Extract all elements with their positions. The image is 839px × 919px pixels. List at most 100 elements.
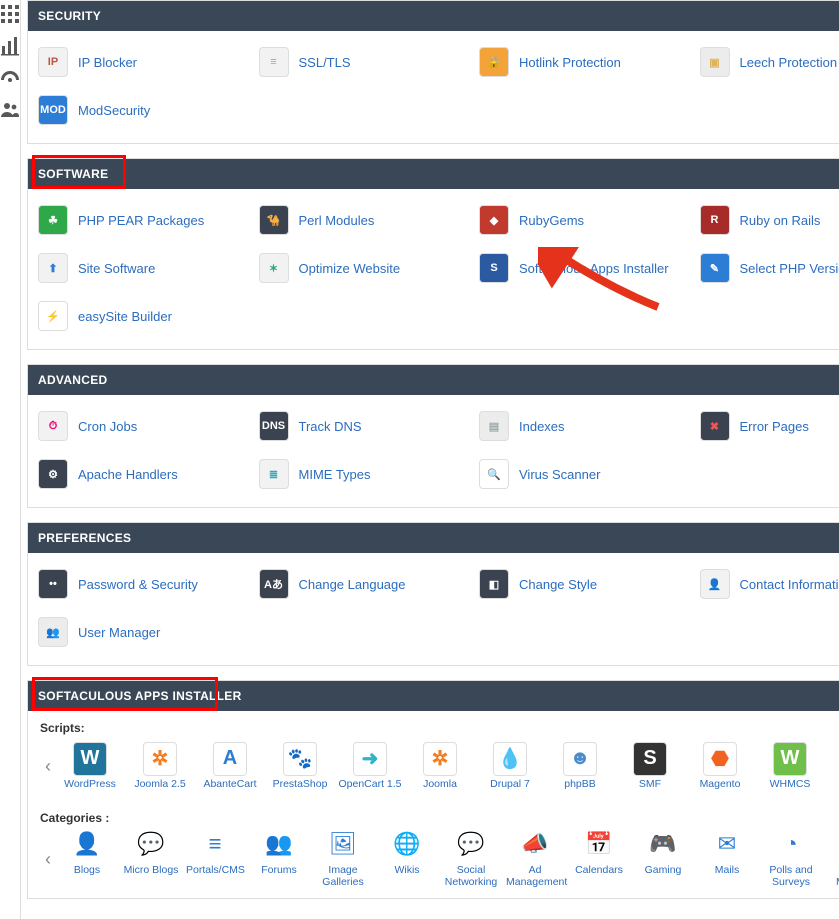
cat-polls-icon: ◔ — [776, 831, 806, 861]
mime-types-icon: ≣ — [259, 459, 289, 489]
category-label: Portals/CMS — [186, 864, 244, 876]
cat-portals[interactable]: ≡Portals/CMS — [186, 831, 244, 888]
stats-icon[interactable] — [0, 36, 20, 54]
script-whmcs[interactable]: WWHMCS — [758, 742, 822, 790]
change-language[interactable]: AあChange Language — [255, 563, 476, 605]
script-my[interactable]: MMy — [828, 742, 839, 790]
script-abantecart-icon: A — [213, 742, 247, 776]
panel-title: SECURITY — [38, 9, 101, 23]
select-php-version[interactable]: ✎Select PHP Version — [696, 247, 839, 289]
dashboard-icon[interactable] — [0, 68, 20, 86]
script-prestashop[interactable]: 🐾PrestaShop — [268, 742, 332, 790]
cat-wikis[interactable]: 🌐Wikis — [378, 831, 436, 888]
perl-modules[interactable]: 🐪Perl Modules — [255, 199, 476, 241]
main-content: SECURITY− IPIP Blocker≡SSL/TLS🔒Hotlink Pr… — [21, 0, 839, 919]
perl-modules-icon: 🐪 — [259, 205, 289, 235]
scripts-prev[interactable]: ‹ — [38, 741, 58, 791]
modsecurity[interactable]: MODModSecurity — [34, 89, 255, 131]
indexes[interactable]: ▤Indexes — [475, 405, 696, 447]
virus-scanner[interactable]: 🔍Virus Scanner — [475, 453, 696, 495]
panel-header-advanced[interactable]: ADVANCED− — [28, 365, 839, 395]
panel-security: SECURITY− IPIP Blocker≡SSL/TLS🔒Hotlink Pr… — [27, 0, 839, 144]
cat-mails-icon: ✉ — [712, 831, 742, 861]
category-label: Social Networking — [442, 864, 500, 888]
category-label: Blogs — [58, 864, 116, 876]
ruby-on-rails[interactable]: RRuby on Rails — [696, 199, 839, 241]
mime-types[interactable]: ≣ MIME Types — [255, 453, 476, 495]
ip-blocker[interactable]: IPIP Blocker — [34, 41, 255, 83]
script-label: SMF — [618, 778, 682, 790]
contact-information[interactable]: 👤Contact Information — [696, 563, 839, 605]
item-label: MIME Types — [299, 467, 371, 482]
panel-header-security[interactable]: SECURITY− — [28, 1, 839, 31]
grid-icon[interactable] — [0, 4, 20, 22]
script-smf[interactable]: SSMF — [618, 742, 682, 790]
cat-calendars[interactable]: 📅Calendars — [570, 831, 628, 888]
hotlink-protection[interactable]: 🔒Hotlink Protection — [475, 41, 696, 83]
panel-body: ⏱Cron JobsDNSTrack DNS▤Indexes✖Error Pag… — [28, 395, 839, 507]
panel-title: ADVANCED — [38, 373, 108, 387]
easysite-builder[interactable]: ⚡easySite Builder — [34, 295, 255, 337]
categories-prev[interactable]: ‹ — [38, 835, 58, 885]
apache-handlers[interactable]: ⚙Apache Handlers — [34, 453, 255, 495]
cat-microblogs[interactable]: 💬Micro Blogs — [122, 831, 180, 888]
panel-body: ••Password & SecurityAあChange Language◧C… — [28, 553, 839, 665]
script-abantecart[interactable]: AAbanteCart — [198, 742, 262, 790]
password-security-icon: •• — [38, 569, 68, 599]
easysite-builder-icon: ⚡ — [38, 301, 68, 331]
script-opencart[interactable]: ➜OpenCart 1.5 — [338, 742, 402, 790]
cat-calendars-icon: 📅 — [584, 831, 614, 861]
item-label: Virus Scanner — [519, 467, 600, 482]
category-label: Mails — [698, 864, 756, 876]
script-magento[interactable]: ⬣Magento — [688, 742, 752, 790]
cat-polls[interactable]: ◔ Polls and Surveys — [762, 831, 820, 888]
password-security[interactable]: •• Password & Security — [34, 563, 255, 605]
cat-image-galleries[interactable]: 🖼Image Galleries — [314, 831, 372, 888]
panel-header-preferences[interactable]: PREFERENCES− — [28, 523, 839, 553]
script-joomla[interactable]: ✲Joomla — [408, 742, 472, 790]
category-label: Polls and Surveys — [762, 864, 820, 888]
users-icon[interactable] — [0, 100, 20, 118]
panel-header-software[interactable]: SOFTWARE− — [28, 159, 839, 189]
track-dns[interactable]: DNSTrack DNS — [255, 405, 476, 447]
ruby-on-rails-icon: R — [700, 205, 730, 235]
sidebar — [0, 0, 21, 919]
cat-gaming[interactable]: 🎮Gaming — [634, 831, 692, 888]
softaculous-apps-installer[interactable]: SSoftaculous Apps Installer — [475, 247, 696, 289]
panel-preferences: PREFERENCES− •• Password & Security AあChang… — [27, 522, 839, 666]
panel-header-softaculous[interactable]: SOFTACULOUS APPS INSTALLER− — [28, 681, 839, 711]
cat-project[interactable]: ✎Proje Manage — [826, 831, 839, 888]
categories-carousel: ‹ 👤 Blogs 💬Micro Blogs≡Portals/CMS👥Forums🖼I… — [38, 831, 839, 888]
leech-protection[interactable]: ▣Leech Protection — [696, 41, 839, 83]
change-style[interactable]: ◧Change Style — [475, 563, 696, 605]
categories-track: 👤 Blogs 💬Micro Blogs≡Portals/CMS👥Forums🖼Im… — [58, 831, 839, 888]
item-label: Change Language — [299, 577, 406, 592]
script-magento-icon: ⬣ — [703, 742, 737, 776]
script-wordpress[interactable]: WWordPress — [58, 742, 122, 790]
cron-jobs[interactable]: ⏱Cron Jobs — [34, 405, 255, 447]
optimize-website[interactable]: ✶Optimize Website — [255, 247, 476, 289]
category-label: Gaming — [634, 864, 692, 876]
script-whmcs-icon: W — [773, 742, 807, 776]
cat-ad-mgmt[interactable]: 📣Ad Management — [506, 831, 564, 888]
error-pages-icon: ✖ — [700, 411, 730, 441]
script-joomla25[interactable]: ✲Joomla 2.5 — [128, 742, 192, 790]
script-phpbb[interactable]: ☻phpBB — [548, 742, 612, 790]
cat-social[interactable]: 💬Social Networking — [442, 831, 500, 888]
site-software[interactable]: ⬆Site Software — [34, 247, 255, 289]
php-pear-packages[interactable]: ☘PHP PEAR Packages — [34, 199, 255, 241]
cat-blogs[interactable]: 👤 Blogs — [58, 831, 116, 888]
rubygems[interactable]: ◆RubyGems — [475, 199, 696, 241]
cat-ad-mgmt-icon: 📣 — [520, 831, 550, 861]
cat-forums[interactable]: 👥Forums — [250, 831, 308, 888]
cat-blogs-icon: 👤 — [72, 831, 102, 861]
panel-title: PREFERENCES — [38, 531, 131, 545]
change-style-icon: ◧ — [479, 569, 509, 599]
item-label: Password & Security — [78, 577, 198, 592]
error-pages[interactable]: ✖Error Pages — [696, 405, 839, 447]
ssl-tls[interactable]: ≡SSL/TLS — [255, 41, 476, 83]
script-label: phpBB — [548, 778, 612, 790]
script-drupal7[interactable]: 💧Drupal 7 — [478, 742, 542, 790]
cat-mails[interactable]: ✉ Mails — [698, 831, 756, 888]
user-manager[interactable]: 👥User Manager — [34, 611, 255, 653]
